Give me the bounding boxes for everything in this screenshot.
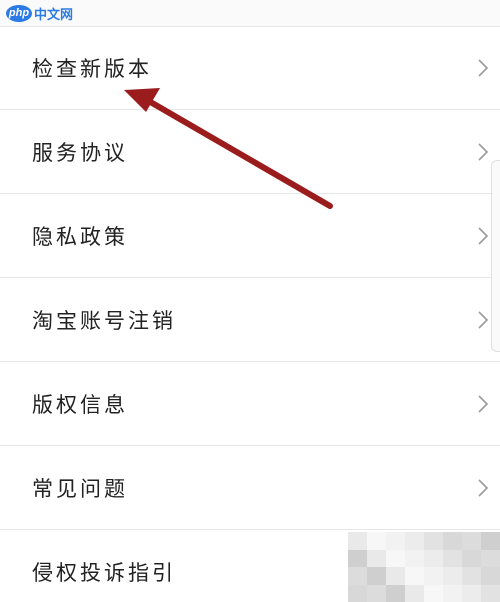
- watermark: php 中文网: [6, 3, 73, 23]
- top-strip: [0, 0, 500, 27]
- chevron-right-icon: [478, 226, 489, 245]
- chevron-right-icon: [478, 310, 489, 329]
- chevron-right-icon: [478, 142, 489, 161]
- mosaic-cell: [462, 567, 481, 585]
- watermark-text: 中文网: [34, 7, 74, 23]
- mosaic-cell: [462, 549, 481, 567]
- mosaic-cell: [481, 532, 500, 550]
- mosaic-cell: [405, 584, 424, 602]
- mosaic-cell: [424, 567, 443, 585]
- mosaic-cell: [443, 567, 462, 585]
- mosaic-blur: [348, 532, 500, 602]
- mosaic-cell: [443, 532, 462, 550]
- settings-screen: php 中文网 检查新版本 服务协议 隐私政策 淘宝账号注销 版权信息 常见问题: [0, 0, 500, 602]
- row-label: 侵权投诉指引: [32, 560, 176, 585]
- mosaic-cell: [424, 532, 443, 550]
- row-privacy-policy[interactable]: 隐私政策: [0, 194, 500, 278]
- mosaic-cell: [348, 549, 367, 567]
- mosaic-cell: [367, 567, 386, 585]
- mosaic-cell: [481, 584, 500, 602]
- mosaic-cell: [348, 567, 367, 585]
- row-label: 隐私政策: [32, 224, 128, 249]
- mosaic-cell: [386, 584, 405, 602]
- mosaic-cell: [462, 532, 481, 550]
- mosaic-cell: [443, 584, 462, 602]
- row-label: 服务协议: [32, 140, 128, 165]
- mosaic-cell: [424, 549, 443, 567]
- row-service-agreement[interactable]: 服务协议: [0, 110, 500, 194]
- row-label: 检查新版本: [32, 56, 152, 81]
- mosaic-cell: [386, 532, 405, 550]
- mosaic-cell: [424, 584, 443, 602]
- row-taobao-account-deletion[interactable]: 淘宝账号注销: [0, 278, 500, 362]
- mosaic-cell: [481, 567, 500, 585]
- chevron-right-icon: [478, 58, 489, 77]
- mosaic-cell: [367, 584, 386, 602]
- mosaic-cell: [386, 549, 405, 567]
- mosaic-cell: [367, 549, 386, 567]
- row-label: 淘宝账号注销: [32, 308, 176, 333]
- row-faq[interactable]: 常见问题: [0, 446, 500, 530]
- chevron-right-icon: [478, 478, 489, 497]
- row-label: 常见问题: [32, 476, 128, 501]
- chevron-right-icon: [478, 394, 489, 413]
- mosaic-cell: [348, 532, 367, 550]
- mosaic-cell: [443, 549, 462, 567]
- mosaic-cell: [405, 532, 424, 550]
- row-copyright-info[interactable]: 版权信息: [0, 362, 500, 446]
- row-label: 版权信息: [32, 392, 128, 417]
- mosaic-cell: [386, 567, 405, 585]
- mosaic-cell: [462, 584, 481, 602]
- watermark-logo: php: [6, 4, 32, 22]
- mosaic-cell: [348, 584, 367, 602]
- mosaic-cell: [405, 567, 424, 585]
- row-check-new-version[interactable]: 检查新版本: [0, 26, 500, 110]
- mosaic-cell: [405, 549, 424, 567]
- mosaic-cell: [367, 532, 386, 550]
- settings-list: 检查新版本 服务协议 隐私政策 淘宝账号注销 版权信息 常见问题 侵权投诉指引: [0, 26, 500, 602]
- side-scroll-handle[interactable]: [491, 160, 500, 352]
- mosaic-cell: [481, 549, 500, 567]
